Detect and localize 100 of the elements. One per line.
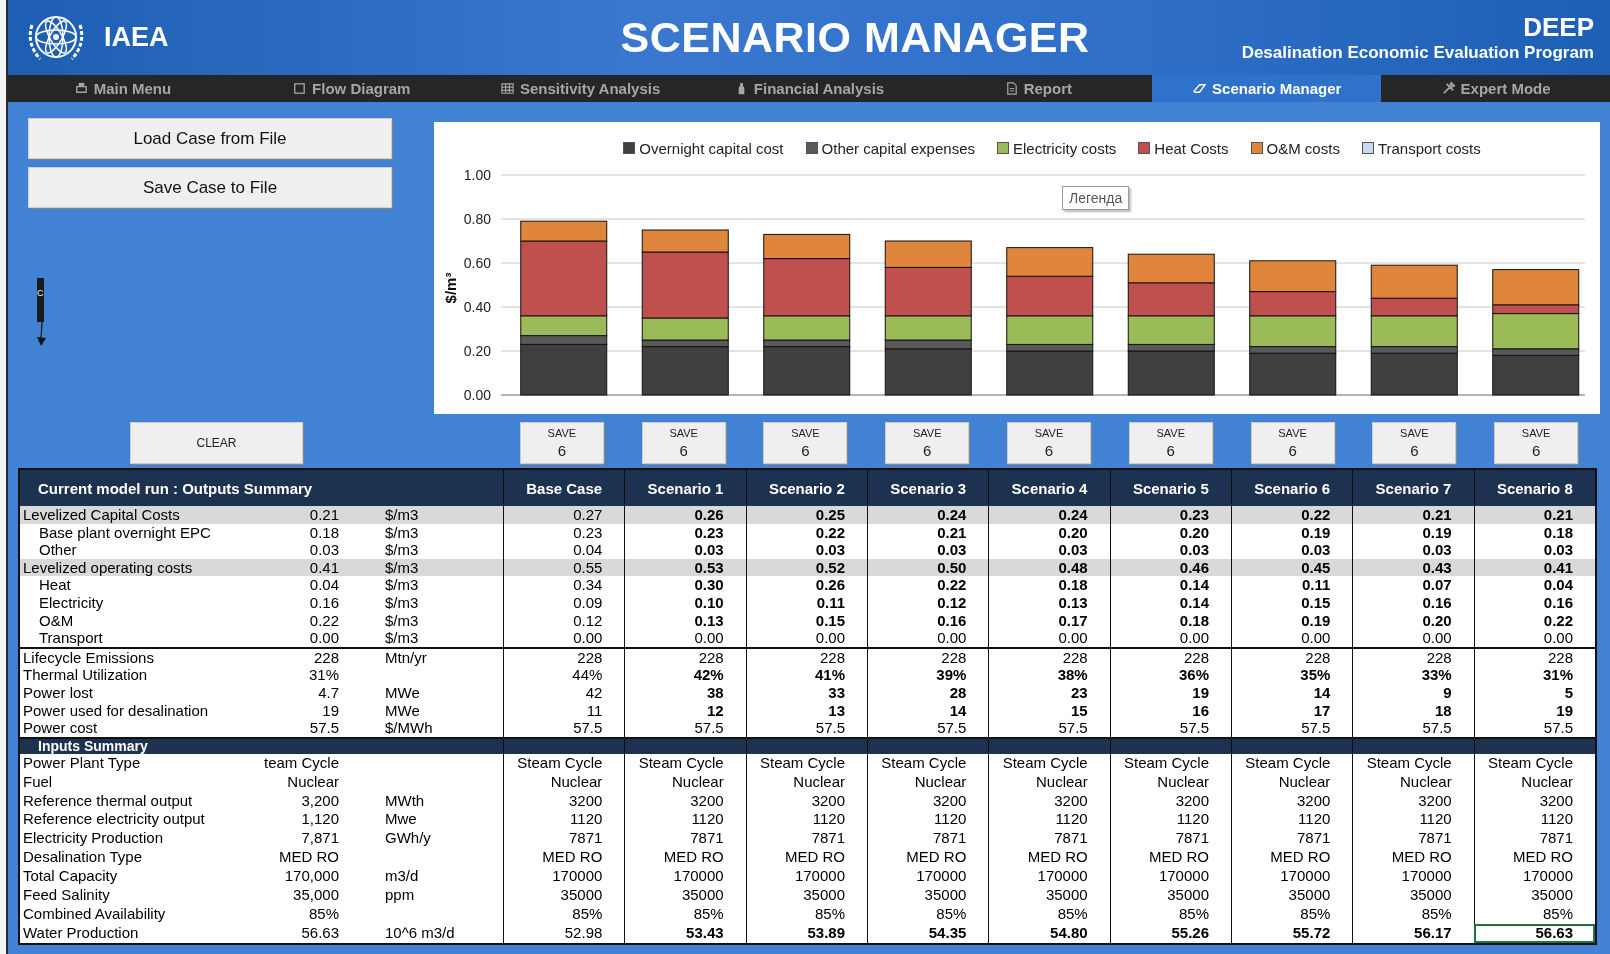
table-cell: 0.03 xyxy=(1473,541,1595,559)
table-cell: 0.22 xyxy=(1473,611,1595,630)
table-cell: 0.12 xyxy=(867,593,989,612)
table-cell: MED RO xyxy=(624,848,746,868)
table-cell: 0.48 xyxy=(988,558,1110,577)
table-cell: 35000 xyxy=(1473,885,1595,905)
axis-tick-label: 1.00 xyxy=(463,167,491,183)
table-cell: 57.5 xyxy=(1231,719,1353,737)
table-cell: 56.63 xyxy=(1473,923,1595,943)
row-value: 56.63 xyxy=(300,923,339,943)
row-value: MED RO xyxy=(278,848,339,868)
nav-tab[interactable]: Scenario Manager xyxy=(1152,75,1382,102)
table-cell: 170000 xyxy=(745,867,867,886)
save-scenario-button[interactable]: SAVE 6 xyxy=(1494,422,1579,464)
page-title: SCENARIO MANAGER xyxy=(619,13,1091,62)
table-cell: MED RO xyxy=(1231,848,1353,868)
table-cell: 0.13 xyxy=(624,611,746,630)
row-label: Heat xyxy=(38,576,72,594)
row-value: 7,871 xyxy=(300,829,339,849)
table-cell: 0.25 xyxy=(745,506,867,524)
table-cell: 0.23 xyxy=(503,523,625,542)
table-cell: 0.07 xyxy=(1352,576,1474,594)
row-unit: Mtn/yr xyxy=(384,648,428,667)
table-cell: 5 xyxy=(1473,683,1595,702)
table-cell: 0.18 xyxy=(1473,523,1595,542)
row-value: 19 xyxy=(321,701,339,720)
save-scenario-button[interactable]: SAVE 6 xyxy=(1250,422,1335,464)
nav-tab[interactable]: Sensitivity Analysis xyxy=(465,75,695,102)
table-cell: 0.19 xyxy=(1231,523,1353,542)
table-cell: 85% xyxy=(988,904,1110,924)
axis-tick-label: 0.40 xyxy=(463,299,491,315)
save-scenario-button[interactable]: SAVE 6 xyxy=(1372,422,1457,464)
table-cell: MED RO xyxy=(1352,848,1474,868)
save-scenario-button[interactable]: SAVE 6 xyxy=(641,422,726,464)
table-cell: 0.11 xyxy=(745,593,867,612)
table-cell: 35000 xyxy=(1352,885,1474,905)
table-cell: 0.30 xyxy=(624,576,746,594)
table-cell: 0.50 xyxy=(867,558,989,577)
table-cell: 17 xyxy=(1231,701,1353,720)
row-label: Transport xyxy=(38,629,104,647)
table-cell: 53.43 xyxy=(624,923,746,943)
nav-tab[interactable]: Flow Diagram xyxy=(236,75,466,102)
save-scenario-button[interactable]: SAVE 6 xyxy=(1007,422,1091,464)
table-cell: 170000 xyxy=(1473,867,1595,886)
table-cell: 7871 xyxy=(745,829,867,849)
table-cell: 0.45 xyxy=(1231,558,1353,577)
table-cell: Nuclear xyxy=(503,772,625,792)
row-value: 0.18 xyxy=(308,523,339,542)
table-cell: Nuclear xyxy=(867,772,989,792)
row-unit: MWe xyxy=(384,683,421,702)
table-cell: MED RO xyxy=(503,848,625,868)
row-value: 0.41 xyxy=(308,558,339,577)
column-header: Scenario 2 xyxy=(768,479,845,497)
axis-tick-label: 0.20 xyxy=(463,343,491,359)
table-cell: 0.03 xyxy=(1231,541,1353,559)
table-cell: 7871 xyxy=(867,829,989,849)
table-cell: 57.5 xyxy=(1473,719,1595,737)
row-label: Reference electricity output xyxy=(23,810,206,830)
table-cell: 170000 xyxy=(1352,867,1474,886)
table-cell: 228 xyxy=(1109,648,1231,667)
nav-tab[interactable]: Financial Analysis xyxy=(694,75,924,102)
table-cell: 85% xyxy=(1231,904,1353,924)
load-button[interactable]: Load Case from File xyxy=(28,118,392,159)
row-value: team Cycle xyxy=(262,753,339,773)
save-scenario-button[interactable]: SAVE 6 xyxy=(763,422,848,464)
table-cell: 23 xyxy=(988,683,1110,702)
table-cell: 0.43 xyxy=(1352,558,1474,577)
table-cell: Steam Cycle xyxy=(867,753,989,773)
table-cell: 0.24 xyxy=(988,506,1110,524)
tools-icon xyxy=(1440,81,1456,96)
clear-button[interactable]: CLEAR xyxy=(130,422,303,464)
table-cell: 31% xyxy=(1473,666,1595,684)
row-label: Feed Salinity xyxy=(23,885,111,905)
table-cell: 19 xyxy=(1109,683,1231,702)
table-cell: 1120 xyxy=(624,810,746,830)
table-cell: 170000 xyxy=(1109,867,1231,886)
axis-tick-label: 0.00 xyxy=(463,387,491,403)
nav-tab[interactable]: Expert Mode xyxy=(1381,75,1610,102)
axis-tick-label: 0.80 xyxy=(463,211,491,227)
table-cell: 56.17 xyxy=(1352,923,1474,943)
table-cell: 228 xyxy=(1352,648,1474,667)
row-label: Water Production xyxy=(23,923,140,943)
save-scenario-button[interactable]: SAVE 6 xyxy=(1128,422,1213,464)
table-cell: 0.16 xyxy=(1352,593,1474,612)
table-cell: 0.03 xyxy=(1109,541,1231,559)
save-scenario-button[interactable]: SAVE 6 xyxy=(519,422,604,464)
table-cell: 170000 xyxy=(867,867,989,886)
row-label: Electricity Production xyxy=(23,829,165,849)
save-scenario-button[interactable]: SAVE 6 xyxy=(885,422,970,464)
table-cell: 41% xyxy=(745,666,867,684)
table-cell: 38 xyxy=(624,683,746,702)
table-cell: 19 xyxy=(1473,701,1595,720)
table-cell: Nuclear xyxy=(745,772,867,792)
table-cell: 13 xyxy=(745,701,867,720)
table-cell: 55.26 xyxy=(1109,923,1231,943)
nav-tab[interactable]: Report xyxy=(923,75,1153,102)
save-button[interactable]: Save Case to File xyxy=(28,167,392,208)
table-cell: 36% xyxy=(1109,666,1231,684)
table-cell: 85% xyxy=(624,904,746,924)
nav-tab[interactable]: Main Menu xyxy=(8,75,237,102)
